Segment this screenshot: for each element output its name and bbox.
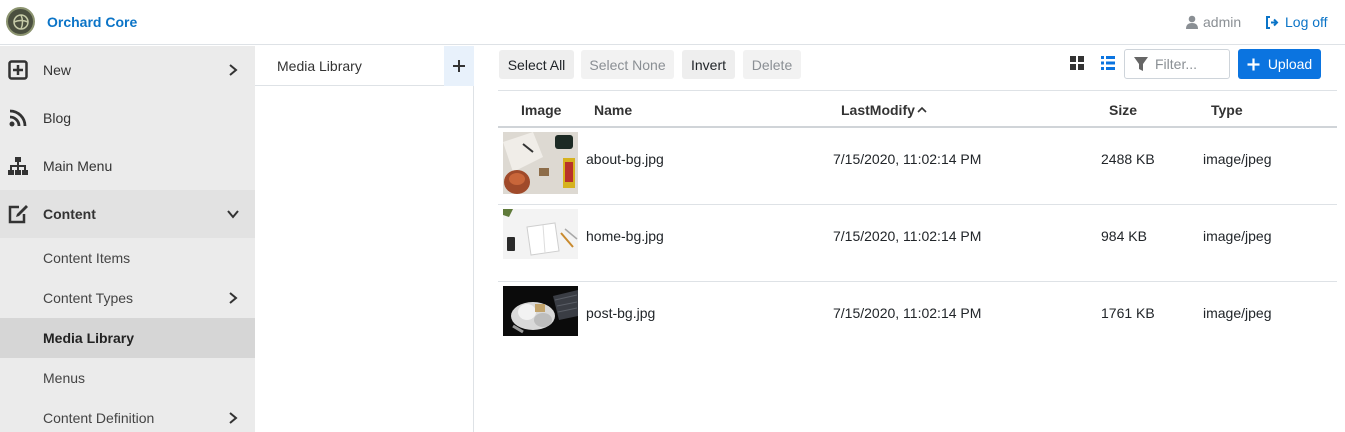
column-header-size[interactable]: Size bbox=[1109, 102, 1137, 118]
rss-icon bbox=[6, 106, 30, 130]
table-row[interactable]: post-bg.jpg 7/15/2020, 11:02:14 PM 1761 … bbox=[498, 282, 1337, 358]
column-header-name[interactable]: Name bbox=[594, 102, 632, 118]
upload-label: Upload bbox=[1267, 56, 1313, 72]
sidebar-subitem-label: Media Library bbox=[43, 330, 135, 346]
chevron-right-icon bbox=[229, 412, 238, 424]
plus-icon bbox=[453, 60, 465, 72]
orchard-logo-icon bbox=[6, 7, 35, 36]
select-none-button[interactable]: Select None bbox=[581, 50, 674, 79]
media-thumbnail[interactable] bbox=[503, 286, 578, 336]
sitemap-icon bbox=[6, 154, 30, 178]
column-header-image: Image bbox=[521, 102, 562, 118]
logoff-label: Log off bbox=[1285, 14, 1328, 30]
user-menu[interactable]: admin bbox=[1185, 14, 1241, 30]
logoff-link[interactable]: Log off bbox=[1265, 14, 1328, 30]
grid-icon bbox=[1070, 56, 1084, 70]
sidebar-item-content-definition[interactable]: Content Definition bbox=[0, 398, 255, 432]
sidebar-item-content-items[interactable]: Content Items bbox=[0, 238, 255, 278]
sidebar-item-label: New bbox=[43, 62, 72, 78]
filter-icon bbox=[1134, 57, 1148, 71]
media-name[interactable]: post-bg.jpg bbox=[586, 305, 655, 321]
thumbnail-view-button[interactable] bbox=[1065, 52, 1089, 74]
column-header-lastmodify-label: LastModify bbox=[841, 102, 915, 118]
delete-button[interactable]: Delete bbox=[743, 50, 801, 79]
plus-square-icon bbox=[6, 58, 30, 82]
brand-link[interactable]: Orchard Core bbox=[6, 7, 137, 36]
top-navbar: Orchard Core admin Log off bbox=[0, 0, 1345, 45]
chevron-right-icon bbox=[229, 64, 238, 76]
media-last-modified: 7/15/2020, 11:02:14 PM bbox=[833, 228, 982, 244]
media-thumbnail[interactable] bbox=[503, 132, 578, 194]
sort-ascending-icon bbox=[917, 106, 927, 113]
column-header-lastmodify[interactable]: LastModify bbox=[841, 102, 927, 118]
sidebar-item-main-menu[interactable]: Main Menu bbox=[0, 142, 255, 190]
media-type: image/jpeg bbox=[1203, 151, 1272, 167]
user-icon bbox=[1186, 15, 1198, 29]
table-row[interactable]: home-bg.jpg 7/15/2020, 11:02:14 PM 984 K… bbox=[498, 205, 1337, 281]
brand-name: Orchard Core bbox=[47, 13, 138, 30]
list-view-button[interactable] bbox=[1096, 52, 1120, 74]
media-name[interactable]: home-bg.jpg bbox=[586, 228, 664, 244]
media-size: 1761 KB bbox=[1101, 305, 1155, 321]
sidebar-item-content[interactable]: Content bbox=[0, 190, 255, 238]
sidebar-item-new[interactable]: New bbox=[0, 46, 255, 94]
admin-sidebar: New Blog Main Menu Content Content Items… bbox=[0, 46, 255, 432]
filter-input[interactable]: Filter... bbox=[1124, 49, 1230, 79]
chevron-down-icon bbox=[227, 210, 239, 219]
media-last-modified: 7/15/2020, 11:02:14 PM bbox=[833, 151, 982, 167]
select-all-button[interactable]: Select All bbox=[499, 50, 574, 79]
media-type: image/jpeg bbox=[1203, 305, 1272, 321]
media-size: 2488 KB bbox=[1101, 151, 1155, 167]
edit-icon bbox=[6, 202, 30, 226]
sidebar-item-media-library[interactable]: Media Library bbox=[0, 318, 255, 358]
folder-tree-root[interactable]: Media Library bbox=[255, 46, 474, 86]
media-last-modified: 7/15/2020, 11:02:14 PM bbox=[833, 305, 982, 321]
filter-placeholder: Filter... bbox=[1155, 56, 1198, 72]
sidebar-item-blog[interactable]: Blog bbox=[0, 94, 255, 142]
sidebar-subitem-label: Content Items bbox=[43, 250, 131, 266]
chevron-right-icon bbox=[229, 292, 238, 304]
sidebar-subitem-label: Content Definition bbox=[43, 410, 155, 426]
sidebar-item-label: Content bbox=[43, 206, 96, 222]
sidebar-item-menus[interactable]: Menus bbox=[0, 358, 255, 398]
sidebar-item-label: Blog bbox=[43, 110, 72, 126]
user-name: admin bbox=[1203, 14, 1242, 30]
plus-icon bbox=[1247, 58, 1260, 70]
table-top-border bbox=[498, 90, 1337, 91]
sidebar-subitem-label: Content Types bbox=[43, 290, 134, 306]
invert-button[interactable]: Invert bbox=[682, 50, 735, 79]
sign-out-icon bbox=[1266, 15, 1279, 29]
media-name[interactable]: about-bg.jpg bbox=[586, 151, 664, 167]
upload-button[interactable]: Upload bbox=[1238, 49, 1321, 79]
sidebar-subitem-label: Menus bbox=[43, 370, 86, 386]
table-row[interactable]: about-bg.jpg 7/15/2020, 11:02:14 PM 2488… bbox=[498, 128, 1337, 204]
sidebar-item-label: Main Menu bbox=[43, 158, 113, 174]
media-size: 984 KB bbox=[1101, 228, 1147, 244]
list-icon bbox=[1101, 56, 1115, 70]
media-type: image/jpeg bbox=[1203, 228, 1272, 244]
add-folder-button[interactable] bbox=[444, 46, 474, 86]
folder-tree-pane: Media Library bbox=[255, 46, 474, 432]
column-header-type[interactable]: Type bbox=[1211, 102, 1243, 118]
folder-root-label: Media Library bbox=[277, 58, 362, 74]
sidebar-item-content-types[interactable]: Content Types bbox=[0, 278, 255, 318]
media-thumbnail[interactable] bbox=[503, 209, 578, 259]
